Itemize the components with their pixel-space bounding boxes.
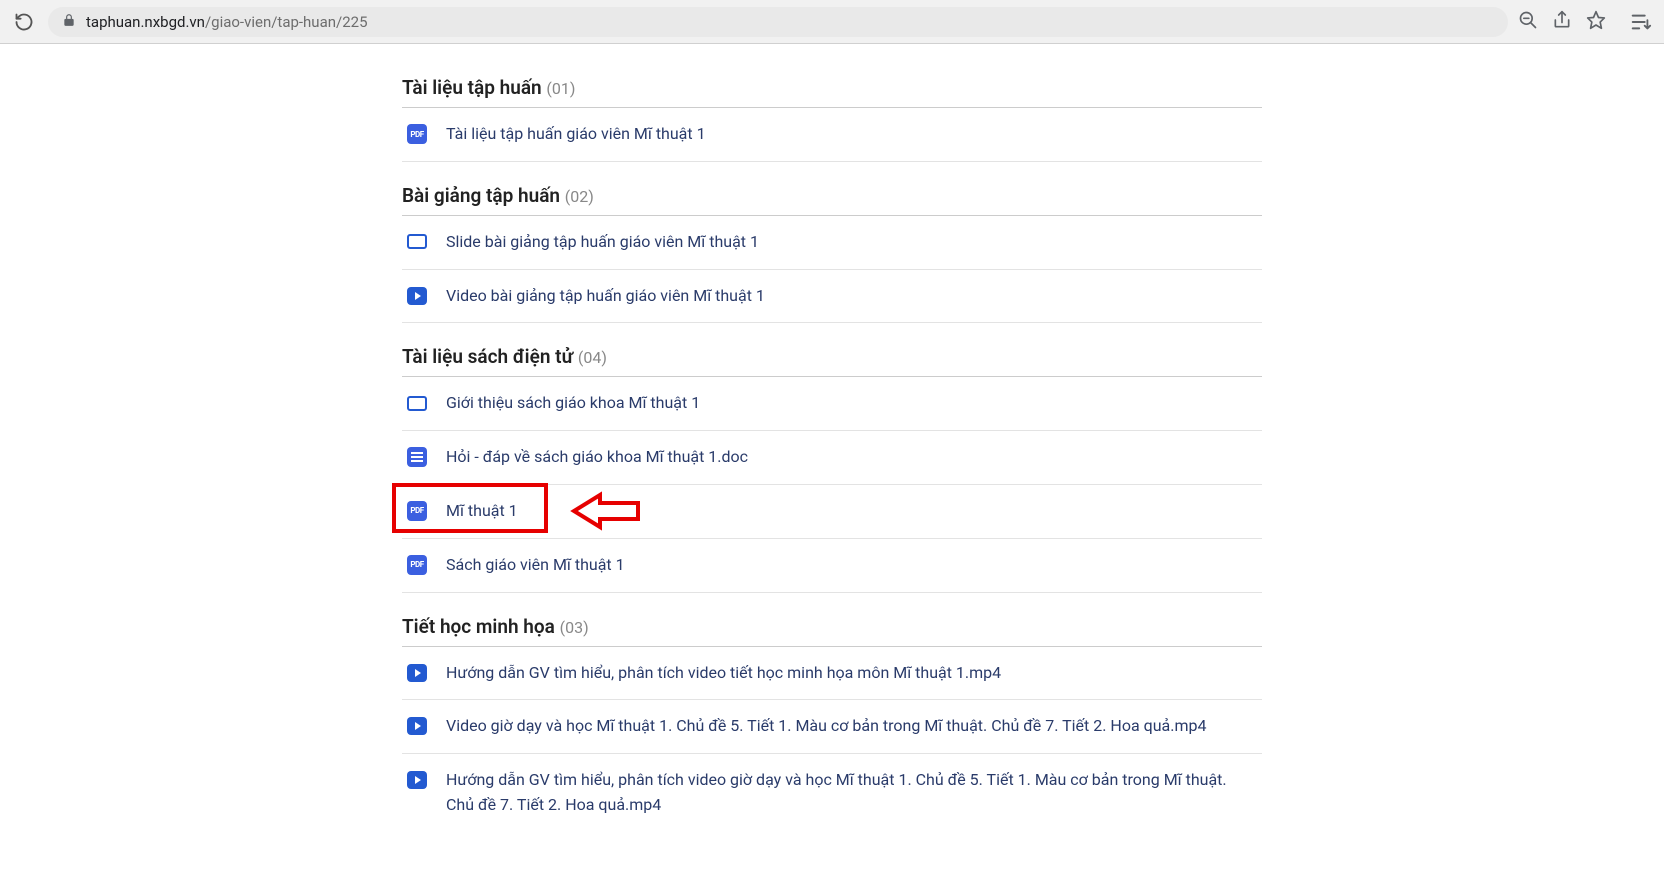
slide-icon: [406, 392, 428, 414]
url-text: taphuan.nxbgd.vn/giao-vien/tap-huan/225: [86, 13, 368, 31]
doc-icon: [406, 446, 428, 468]
item-label: Video giờ dạy và học Mĩ thuật 1. Chủ đề …: [446, 714, 1206, 739]
list-item[interactable]: PDF Tài liệu tập huấn giáo viên Mĩ thuật …: [402, 108, 1262, 162]
lock-icon: [62, 13, 76, 31]
section-count: (03): [560, 618, 589, 637]
item-label: Hướng dẫn GV tìm hiểu, phân tích video t…: [446, 661, 1001, 686]
list-item[interactable]: Giới thiệu sách giáo khoa Mĩ thuật 1: [402, 377, 1262, 431]
item-label: Tài liệu tập huấn giáo viên Mĩ thuật 1: [446, 122, 706, 147]
reload-button[interactable]: [10, 8, 38, 36]
section-title-text: Tiết học minh họa: [402, 615, 555, 638]
pdf-icon: PDF: [406, 500, 428, 522]
section-title-text: Tài liệu tập huấn: [402, 76, 542, 99]
list-item[interactable]: Hỏi - đáp về sách giáo khoa Mĩ thuật 1.d…: [402, 431, 1262, 485]
reading-list-icon[interactable]: [1628, 9, 1654, 35]
browser-toolbar: taphuan.nxbgd.vn/giao-vien/tap-huan/225: [0, 0, 1664, 44]
url-host: taphuan.nxbgd.vn: [86, 13, 205, 31]
list-item[interactable]: Hướng dẫn GV tìm hiểu, phân tích video g…: [402, 754, 1262, 832]
section-count: (04): [578, 348, 607, 367]
content: Tài liệu tập huấn (01) PDF Tài liệu tập hu…: [402, 54, 1262, 832]
item-label: Sách giáo viên Mĩ thuật 1: [446, 553, 625, 578]
list-item[interactable]: PDF Sách giáo viên Mĩ thuật 1: [402, 539, 1262, 593]
url-path: /giao-vien/tap-huan/225: [205, 13, 368, 31]
section-title: Tài liệu sách điện tử (04): [402, 345, 1262, 368]
section-title: Bài giảng tập huấn (02): [402, 184, 1262, 207]
section-count: (01): [546, 79, 575, 98]
list-item[interactable]: Slide bài giảng tập huấn giáo viên Mĩ th…: [402, 216, 1262, 270]
page: Tài liệu tập huấn (01) PDF Tài liệu tập hu…: [0, 44, 1664, 832]
item-label: Mĩ thuật 1: [446, 499, 518, 524]
video-icon: [406, 715, 428, 737]
video-icon: [406, 769, 428, 791]
section-count: (02): [565, 187, 594, 206]
list-item[interactable]: Video bài giảng tập huấn giáo viên Mĩ th…: [402, 270, 1262, 324]
slide-icon: [406, 231, 428, 253]
list-item[interactable]: Hướng dẫn GV tìm hiểu, phân tích video t…: [402, 647, 1262, 701]
section-title-text: Bài giảng tập huấn: [402, 184, 560, 207]
arrow-left-icon: [570, 491, 640, 535]
video-icon: [406, 285, 428, 307]
pdf-icon: PDF: [406, 123, 428, 145]
zoom-out-icon[interactable]: [1518, 10, 1538, 34]
item-label: Giới thiệu sách giáo khoa Mĩ thuật 1: [446, 391, 700, 416]
toolbar-right: [1518, 10, 1612, 34]
item-label: Video bài giảng tập huấn giáo viên Mĩ th…: [446, 284, 765, 309]
item-label: Hướng dẫn GV tìm hiểu, phân tích video g…: [446, 768, 1258, 818]
star-icon[interactable]: [1586, 10, 1606, 34]
section-title-text: Tài liệu sách điện tử: [402, 345, 573, 368]
video-icon: [406, 662, 428, 684]
item-label: Hỏi - đáp về sách giáo khoa Mĩ thuật 1.d…: [446, 445, 748, 470]
url-bar[interactable]: taphuan.nxbgd.vn/giao-vien/tap-huan/225: [48, 7, 1508, 37]
section-title: Tiết học minh họa (03): [402, 615, 1262, 638]
list-item[interactable]: Video giờ dạy và học Mĩ thuật 1. Chủ đề …: [402, 700, 1262, 754]
section-title: Tài liệu tập huấn (01): [402, 76, 1262, 99]
share-icon[interactable]: [1552, 10, 1572, 34]
pdf-icon: PDF: [406, 554, 428, 576]
list-item[interactable]: PDF Mĩ thuật 1: [402, 485, 1262, 539]
item-label: Slide bài giảng tập huấn giáo viên Mĩ th…: [446, 230, 759, 255]
